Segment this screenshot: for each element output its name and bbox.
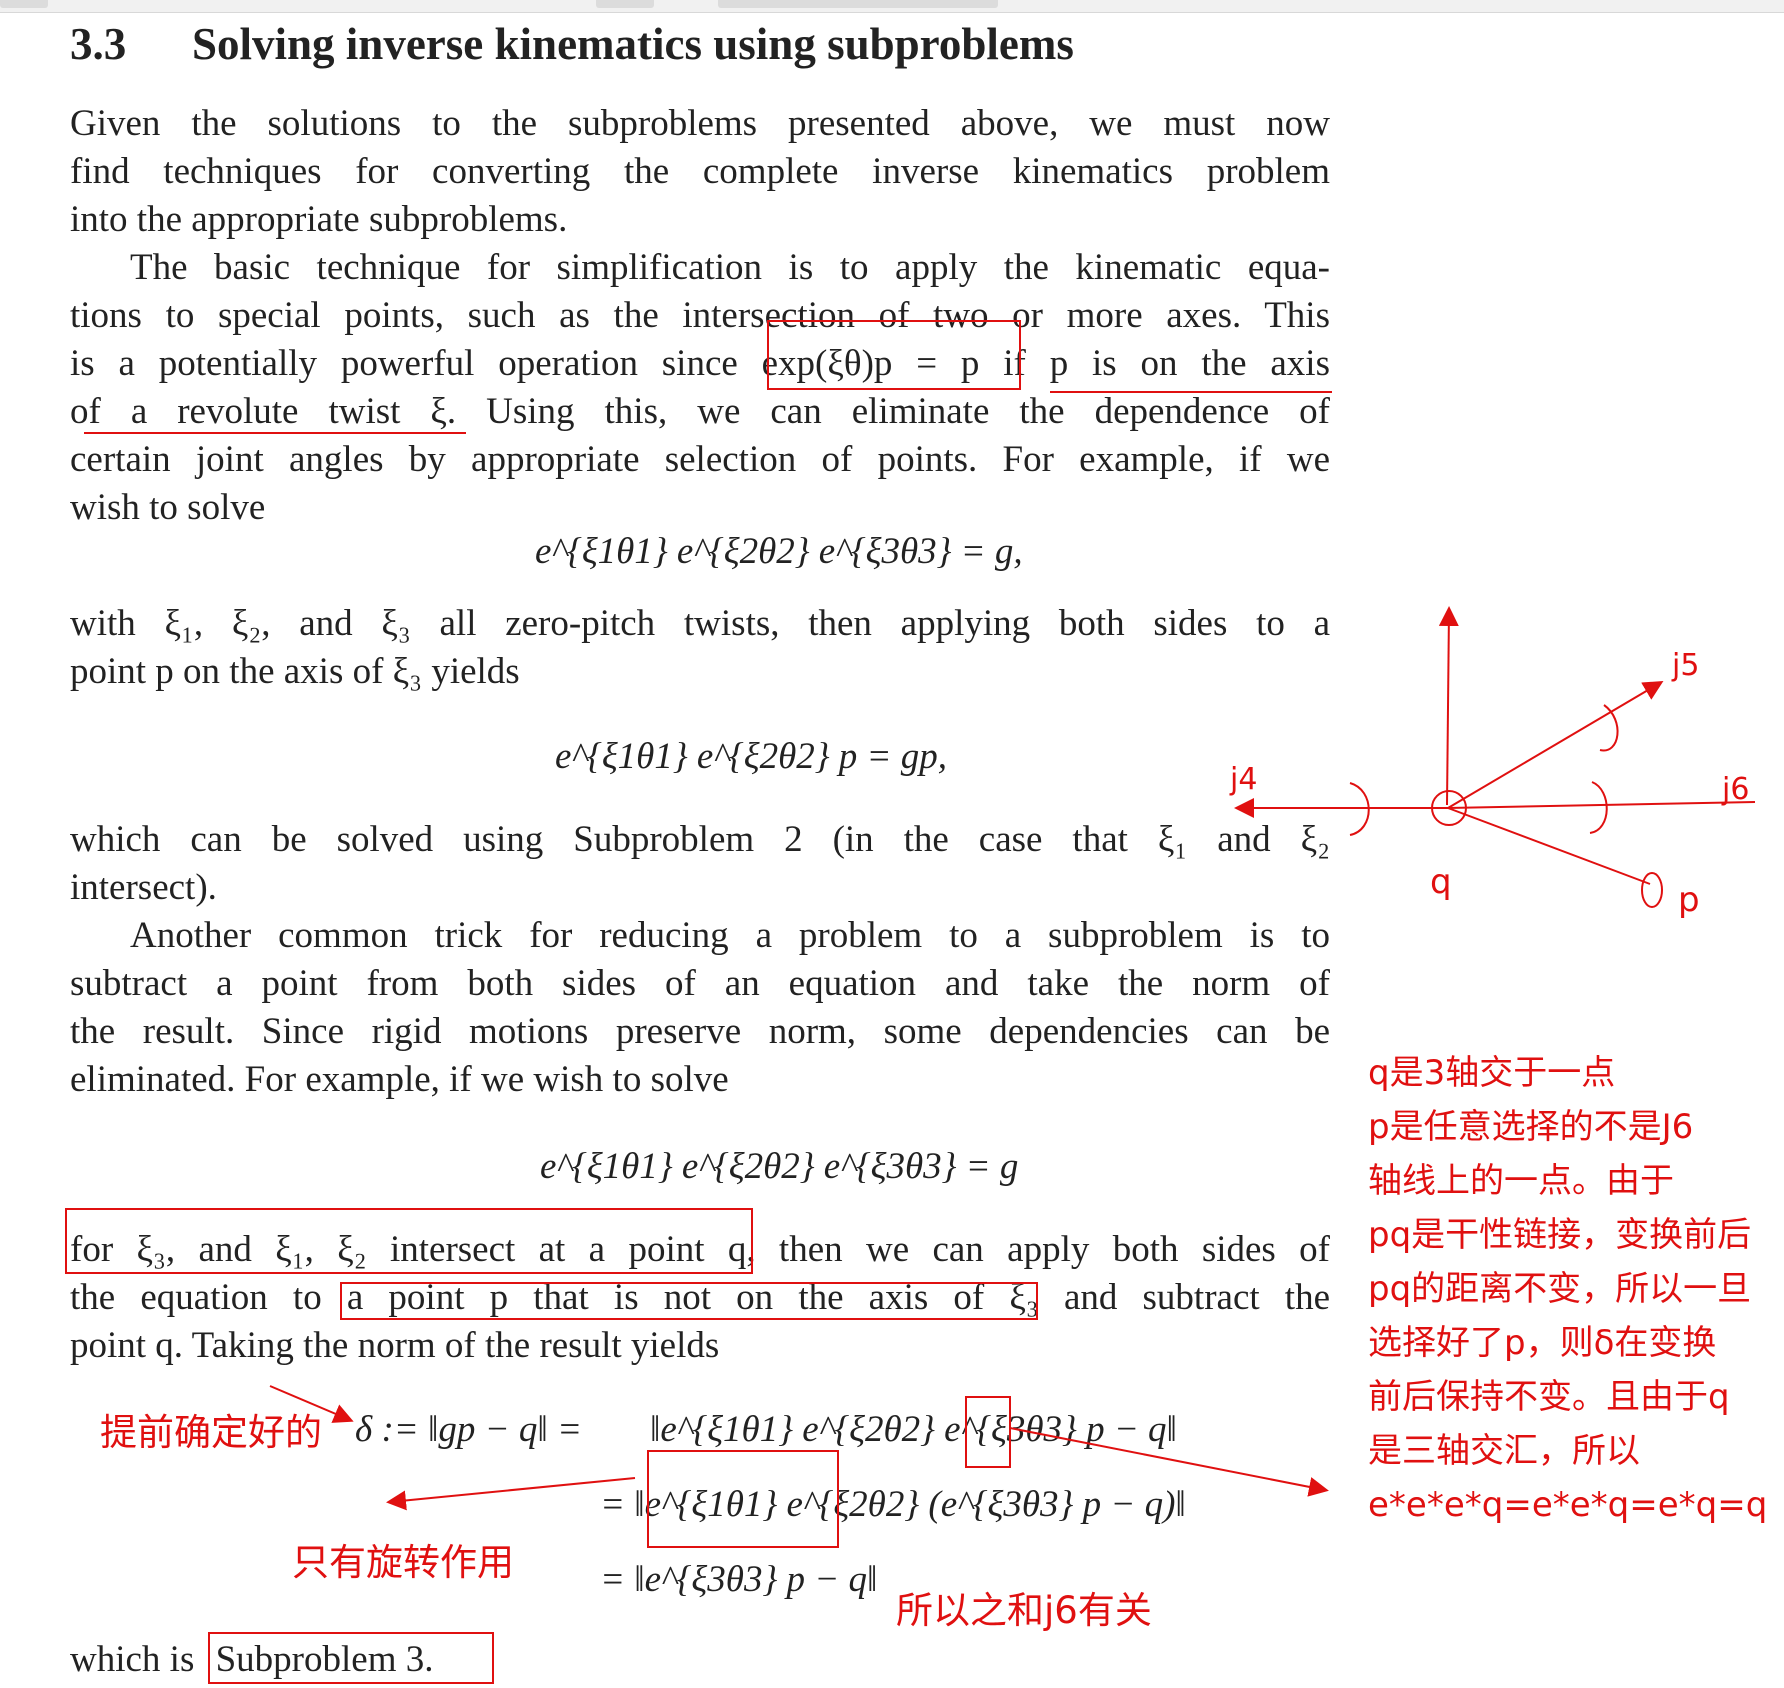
arrow-q-to-note <box>1009 1427 1329 1497</box>
arrow-rotation <box>386 1477 636 1511</box>
diagram-axis-j5 <box>1447 680 1664 809</box>
diagram-point-p <box>1641 872 1663 908</box>
diagram-axis-vertical <box>1438 606 1459 806</box>
diagram-axis-p <box>1447 807 1651 885</box>
annotation-drawing <box>269 606 1756 1511</box>
arrow-predetermined <box>269 1385 354 1423</box>
rotation-icon-j6 <box>1589 781 1608 834</box>
diagram-axis-j6 <box>1447 801 1756 809</box>
rotation-icon-j5 <box>1599 704 1619 752</box>
